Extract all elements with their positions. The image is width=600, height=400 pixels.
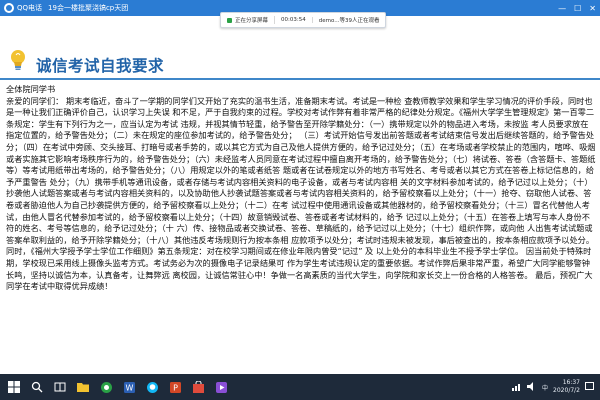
browser-icon[interactable]: [96, 377, 116, 397]
close-button[interactable]: ✕: [589, 4, 596, 13]
folder-icon[interactable]: [73, 377, 93, 397]
qq-logo-icon: [4, 3, 14, 13]
document-header: 诚信考试自我要求: [0, 40, 600, 80]
paragraph-regulations: 亲爱的同学们： 期末考临近，奋斗了一学期的同学们又开始了充实的温书生活，准备期末…: [6, 95, 596, 245]
share-timer: 00:03:54: [275, 17, 313, 23]
svg-text:W: W: [125, 383, 133, 392]
notification-icon[interactable]: [585, 381, 594, 393]
windows-icon[interactable]: [4, 377, 24, 397]
screen-share-banner: 正在分享屏幕 00:03:54 demo...等39人正在观看: [220, 12, 387, 28]
task-view-icon[interactable]: [50, 377, 70, 397]
powerpoint-icon[interactable]: P: [165, 377, 185, 397]
media-icon[interactable]: [211, 377, 231, 397]
search-icon[interactable]: [27, 377, 47, 397]
ime-indicator[interactable]: 中: [542, 383, 548, 392]
lightbulb-icon: [11, 50, 25, 70]
svg-text:P: P: [173, 383, 178, 392]
volume-icon[interactable]: [527, 381, 537, 393]
clock-time: 16:37: [562, 379, 580, 386]
qq-app-name: QQ电话: [17, 4, 43, 12]
qq-icon[interactable]: [142, 377, 162, 397]
title-divider: [0, 78, 600, 80]
network-icon[interactable]: [512, 382, 522, 393]
share-viewers[interactable]: demo...等39人正在观看: [313, 16, 386, 24]
share-status[interactable]: 正在分享屏幕: [221, 16, 276, 24]
store-icon[interactable]: [188, 377, 208, 397]
clock-date: 2020/7/2: [553, 387, 580, 394]
document-body: 全体院同学书 亲爱的同学们： 期末考临近，奋斗了一学期的同学们又开始了充实的温书…: [6, 84, 596, 370]
windows-taskbar: W P 中 16:37 2020/7/2: [0, 374, 600, 400]
minimize-button[interactable]: —: [558, 4, 566, 13]
window-controls: — ☐ ✕: [558, 0, 596, 16]
taskbar-clock[interactable]: 16:37 2020/7/2: [553, 379, 580, 395]
share-indicator-icon: [227, 18, 232, 23]
maximize-button[interactable]: ☐: [574, 4, 581, 13]
paragraph-degree-rules: 同时，《福州大学授予学士学位工作细则》第五条规定：对在校学习期间或在修业年限内曾…: [6, 246, 593, 292]
document-title: 诚信考试自我要求: [36, 57, 165, 75]
word-icon[interactable]: W: [119, 377, 139, 397]
salutation: 全体院同学书: [6, 84, 56, 94]
qq-group-name: 19会一楼批聚浇镐cp天团: [48, 4, 129, 12]
system-tray: 中 16:37 2020/7/2: [512, 377, 594, 397]
